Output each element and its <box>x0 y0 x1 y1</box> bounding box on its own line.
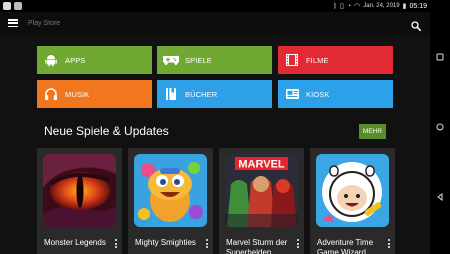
battery-icon: ▮ <box>402 2 407 10</box>
overflow-menu-icon[interactable] <box>296 239 300 248</box>
search-field[interactable]: Play Store <box>28 20 60 27</box>
gamepad-icon <box>163 52 179 68</box>
notification-app-icon <box>3 2 11 10</box>
book-icon <box>163 86 179 102</box>
category-label: APPS <box>65 55 86 65</box>
status-bar: ᛒ ▯ ◔ ◠ Jan. 24, 2019 ▮ 05:19 <box>0 0 430 12</box>
home-icon[interactable] <box>434 121 446 133</box>
overflow-menu-icon[interactable] <box>205 239 209 248</box>
hamburger-menu-icon[interactable] <box>8 19 18 27</box>
search-toolbar: Play Store <box>0 12 430 34</box>
alarm-icon: ◔ <box>346 2 352 10</box>
app-title: Monster Legends <box>44 238 106 247</box>
app-card[interactable]: Adventure Time Game Wizard <box>310 148 395 254</box>
bluetooth-icon: ᛒ <box>332 2 338 10</box>
back-icon[interactable] <box>434 191 446 203</box>
newspaper-icon <box>284 86 300 102</box>
navigation-bar <box>430 0 450 254</box>
status-date: Jan. 24, 2019 <box>363 3 400 9</box>
android-icon <box>43 52 59 68</box>
wifi-icon: ◠ <box>354 2 361 10</box>
svg-text:MARVEL: MARVEL <box>238 159 285 171</box>
recent-apps-icon[interactable] <box>434 51 446 63</box>
section-title: Neue Spiele & Updates <box>44 124 169 138</box>
dragon-eye-art <box>43 154 116 227</box>
headphones-icon <box>43 86 59 102</box>
overflow-menu-icon[interactable] <box>114 239 118 248</box>
category-music[interactable]: MUSIK <box>37 80 152 108</box>
category-movies[interactable]: FILME <box>278 46 393 74</box>
vibrate-icon: ▯ <box>340 2 344 10</box>
app-card[interactable]: MARVEL Marvel Sturm der Superhelden <box>219 148 304 254</box>
more-button[interactable]: MEHR <box>359 124 386 139</box>
category-label: FILME <box>306 55 329 65</box>
finn-character-art <box>316 154 389 227</box>
category-label: SPIELE <box>185 55 212 65</box>
category-label: KIOSK <box>306 89 330 99</box>
film-icon <box>284 52 300 68</box>
app-card[interactable]: Mighty Smighties <box>128 148 213 254</box>
status-clock: 05:19 <box>409 2 427 10</box>
cartoon-creature-art <box>134 154 207 227</box>
category-games[interactable]: SPIELE <box>157 46 272 74</box>
app-title: Mighty Smighties <box>135 238 196 247</box>
notification-gallery-icon <box>14 2 22 10</box>
play-store-screen: ᛒ ▯ ◔ ◠ Jan. 24, 2019 ▮ 05:19 Play Store <box>0 0 430 254</box>
category-apps[interactable]: APPS <box>37 46 152 74</box>
system-status: ᛒ ▯ ◔ ◠ Jan. 24, 2019 ▮ 05:19 <box>333 3 430 10</box>
category-grid: APPS SPIELE FILME MUSIK BÜCHER KIOSK <box>37 46 393 108</box>
app-card[interactable]: Monster Legends <box>37 148 122 254</box>
notification-icons <box>0 2 22 10</box>
overflow-menu-icon[interactable] <box>387 239 391 248</box>
category-newsstand[interactable]: KIOSK <box>278 80 393 108</box>
category-label: BÜCHER <box>185 89 218 99</box>
app-title: Adventure Time Game Wizard <box>317 238 374 254</box>
search-icon[interactable] <box>411 18 422 32</box>
app-card-row: Monster Legends Mighty Smighties MARVEL … <box>37 148 397 254</box>
app-title: Marvel Sturm der Superhelden <box>226 238 288 254</box>
category-books[interactable]: BÜCHER <box>157 80 272 108</box>
marvel-heroes-art: MARVEL <box>225 154 298 227</box>
category-label: MUSIK <box>65 89 90 99</box>
